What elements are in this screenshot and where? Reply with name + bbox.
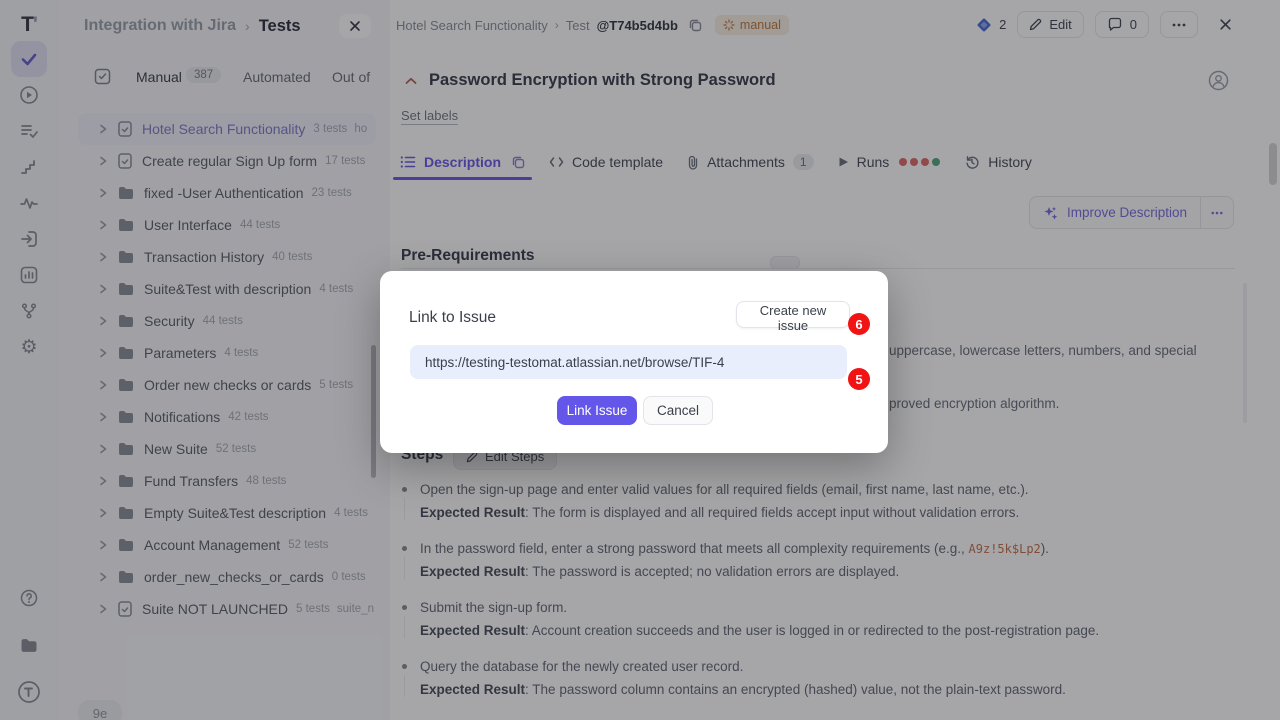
modal-title: Link to Issue [409,309,496,327]
link-issue-button[interactable]: Link Issue [557,396,637,425]
cancel-button[interactable]: Cancel [643,396,713,425]
app-window: T' ⚙ [0,0,1280,720]
create-new-issue-button[interactable]: Create new issue [736,301,850,328]
issue-url-input[interactable] [410,345,847,379]
annotation-badge-5: 5 [848,368,870,390]
annotation-badge-6: 6 [848,313,870,335]
